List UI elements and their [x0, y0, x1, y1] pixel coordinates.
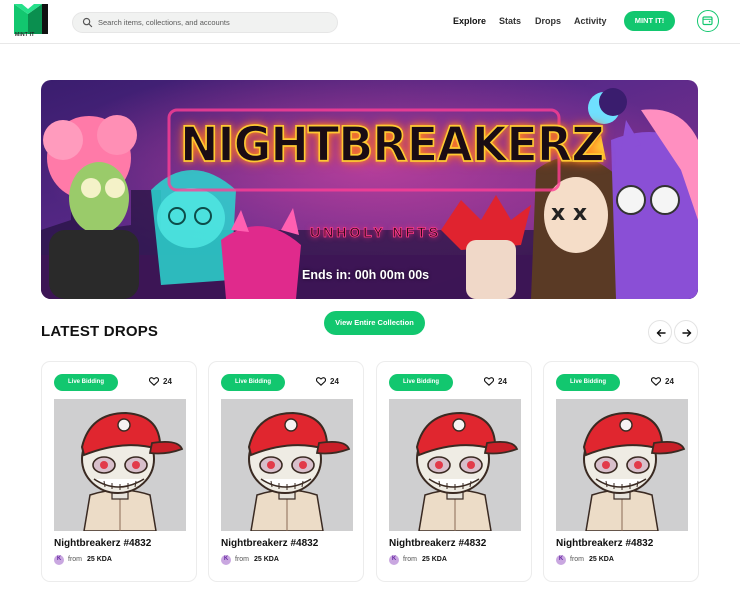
- nft-title[interactable]: Nightbreakerz #4832: [389, 538, 486, 549]
- search-bar[interactable]: Search items, collections, and accounts: [72, 12, 338, 33]
- kda-coin-icon: K: [54, 555, 64, 565]
- nft-image[interactable]: [389, 399, 521, 531]
- nft-title[interactable]: Nightbreakerz #4832: [54, 538, 151, 549]
- view-collection-button[interactable]: View Entire Collection: [324, 311, 425, 335]
- price-from-label: from: [403, 556, 417, 563]
- nft-image[interactable]: [221, 399, 353, 531]
- nav-stats[interactable]: Stats: [499, 16, 521, 26]
- svg-text:x x: x x: [551, 201, 587, 226]
- like-count[interactable]: 24: [484, 377, 507, 386]
- countdown-timer: Ends in: 00h 00m 00s: [302, 268, 430, 282]
- mint-it-button[interactable]: MINT IT!: [624, 11, 675, 31]
- skeleton-artwork: [221, 399, 353, 531]
- like-count-value: 24: [163, 377, 172, 386]
- arrow-right-icon: [682, 329, 692, 337]
- heart-icon: [484, 377, 494, 386]
- kda-coin-icon: K: [389, 555, 399, 565]
- price-amount: 25 KDA: [589, 556, 614, 563]
- nft-card[interactable]: Live Bidding 24 Nightbreakerz #4832 K fr…: [543, 361, 699, 582]
- price-amount: 25 KDA: [422, 556, 447, 563]
- section-title: LATEST DROPS: [41, 323, 159, 340]
- arrow-left-icon: [656, 329, 666, 337]
- heart-icon: [316, 377, 326, 386]
- skeleton-artwork: [389, 399, 521, 531]
- like-count-value: 24: [665, 377, 674, 386]
- nft-card[interactable]: Live Bidding 24 Nightbreakerz #4832 K fr…: [208, 361, 364, 582]
- like-count[interactable]: 24: [651, 377, 674, 386]
- hero-banner[interactable]: x x: [41, 80, 698, 299]
- top-header: MINT IT Search items, collections, and a…: [0, 0, 740, 44]
- search-icon: [82, 17, 93, 28]
- nft-title[interactable]: Nightbreakerz #4832: [221, 538, 318, 549]
- logo-text: MINT IT: [15, 32, 35, 38]
- price-from-label: from: [235, 556, 249, 563]
- wallet-button[interactable]: [697, 10, 719, 32]
- like-count-value: 24: [330, 377, 339, 386]
- price-from-label: from: [68, 556, 82, 563]
- kda-coin-icon: K: [556, 555, 566, 565]
- banner-artwork: x x: [41, 80, 698, 299]
- wallet-icon: [702, 16, 713, 26]
- banner-subtitle: UNHOLY NFTS: [310, 224, 442, 241]
- search-placeholder[interactable]: Search items, collections, and accounts: [98, 18, 230, 27]
- nft-title[interactable]: Nightbreakerz #4832: [556, 538, 653, 549]
- live-bidding-badge: Live Bidding: [556, 374, 620, 391]
- price-amount: 25 KDA: [254, 556, 279, 563]
- prev-button[interactable]: [648, 320, 672, 344]
- nft-image[interactable]: [54, 399, 186, 531]
- price-from-label: from: [570, 556, 584, 563]
- nav-drops[interactable]: Drops: [535, 16, 561, 26]
- live-bidding-badge: Live Bidding: [221, 374, 285, 391]
- banner-title: NIGHTBREAKERZ: [179, 115, 605, 173]
- nav-activity[interactable]: Activity: [574, 16, 607, 26]
- next-button[interactable]: [674, 320, 698, 344]
- live-bidding-badge: Live Bidding: [389, 374, 453, 391]
- kda-coin-icon: K: [221, 555, 231, 565]
- nft-image[interactable]: [556, 399, 688, 531]
- skeleton-artwork: [54, 399, 186, 531]
- nav-explore[interactable]: Explore: [453, 16, 486, 26]
- heart-icon: [149, 377, 159, 386]
- nft-card[interactable]: Live Bidding 24 Nightbreakerz #4832 K fr…: [376, 361, 532, 582]
- like-count[interactable]: 24: [149, 377, 172, 386]
- price-amount: 25 KDA: [87, 556, 112, 563]
- skeleton-artwork: [556, 399, 688, 531]
- heart-icon: [651, 377, 661, 386]
- like-count[interactable]: 24: [316, 377, 339, 386]
- live-bidding-badge: Live Bidding: [54, 374, 118, 391]
- nft-card[interactable]: Live Bidding 24 Nightbreakerz #4832 K fr…: [41, 361, 197, 582]
- like-count-value: 24: [498, 377, 507, 386]
